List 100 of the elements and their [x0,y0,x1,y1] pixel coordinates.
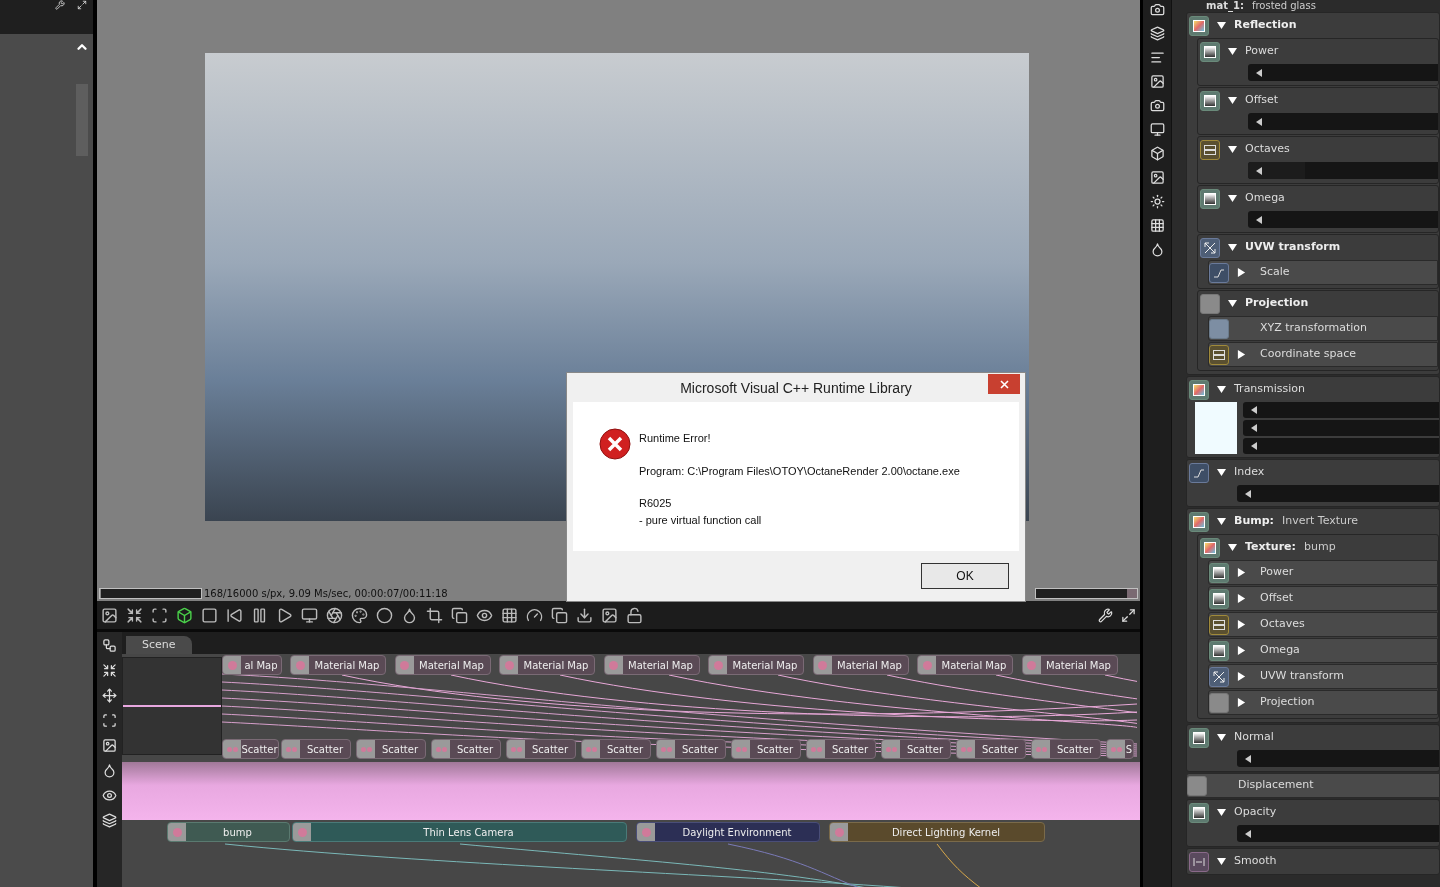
param-row[interactable]: XYZ transformation [1208,316,1438,341]
slider-track[interactable] [1243,438,1439,454]
caret-icon[interactable] [1228,145,1237,154]
caret-icon[interactable] [1228,299,1237,308]
unlock-icon[interactable] [626,606,643,624]
graph-node[interactable]: Material Map [499,655,595,675]
color-swatch[interactable] [1195,402,1237,454]
fit-icon[interactable] [102,713,117,728]
import-icon[interactable] [576,606,593,624]
layers-icon[interactable] [102,813,117,828]
integer-icon[interactable] [1209,344,1229,365]
integer-icon[interactable] [1209,614,1229,635]
gradient-icon[interactable] [1200,188,1220,209]
caret-icon[interactable] [1237,268,1246,277]
settings-icon[interactable] [1098,607,1113,623]
restart-icon[interactable] [226,606,243,624]
graph-node[interactable]: Material Map [290,655,386,675]
gradient-icon[interactable] [1200,41,1220,62]
graph-node[interactable]: Scatter [281,739,351,759]
graph-node[interactable]: Scatter [506,739,576,759]
caret-icon[interactable] [1217,808,1226,817]
gradient-icon[interactable] [1200,90,1220,111]
param-row[interactable]: Omega [1208,638,1438,663]
caret-icon[interactable] [1228,543,1237,552]
slider-track[interactable] [1248,113,1438,130]
wrench-icon[interactable] [55,0,65,10]
left-arrow-icon[interactable] [1256,117,1262,126]
left-arrow-icon[interactable] [1256,68,1262,77]
caret-icon[interactable] [1237,350,1246,359]
left-arrow-icon[interactable] [1256,215,1262,224]
empty-slot-icon[interactable] [1187,775,1207,796]
param-row[interactable]: UVW transform [1208,664,1438,689]
color-icon[interactable] [351,606,368,624]
caret-icon[interactable] [1217,468,1226,477]
graph-node[interactable]: Material Map [394,655,491,675]
monitor-icon[interactable] [1149,122,1165,137]
left-arrow-icon[interactable] [1245,489,1251,498]
graph-node[interactable]: Scatter [956,739,1026,759]
stop-icon[interactable] [201,606,218,624]
slider-track[interactable] [1243,420,1439,436]
gradient-icon[interactable] [1209,640,1229,661]
graph-node[interactable]: Scatter [731,739,801,759]
graph-node[interactable]: Material Map [812,655,909,675]
graph-node[interactable]: al Map [222,655,282,675]
texture-icon[interactable] [1189,511,1209,532]
graph-node[interactable]: Material Map [917,655,1013,675]
caret-icon[interactable] [1237,698,1246,707]
node-swatch-icon[interactable] [1209,318,1229,339]
caret-icon[interactable] [1237,620,1246,629]
caret-icon[interactable] [1217,517,1226,526]
caret-icon[interactable] [1237,594,1246,603]
focus-icon[interactable] [326,606,343,624]
caret-icon[interactable] [1217,385,1226,394]
expand-icon[interactable] [77,0,87,10]
integer-icon[interactable] [1200,139,1220,160]
caret-icon[interactable] [1217,733,1226,742]
copy-icon[interactable] [551,606,568,624]
light-icon[interactable] [1149,194,1165,209]
graph-node[interactable]: S [1106,739,1134,759]
graph-node[interactable]: Scatter [356,739,426,759]
param-row[interactable]: Scale [1208,260,1438,285]
left-arrow-icon[interactable] [1245,829,1251,838]
play-icon[interactable] [276,606,293,624]
graph-node[interactable]: Scatter [431,739,501,759]
close-button[interactable] [988,374,1020,394]
slider-track[interactable] [1243,402,1439,418]
fit-icon[interactable] [151,606,168,624]
graph-node[interactable]: Scatter [806,739,876,759]
caret-icon[interactable] [1237,672,1246,681]
param-row[interactable]: Projection [1208,690,1438,715]
graph-node[interactable]: bump [167,822,290,842]
checker-icon[interactable] [501,606,518,624]
ok-button[interactable]: OK [921,563,1009,589]
graph-node[interactable]: Scatter [581,739,651,759]
slider-track[interactable] [1248,211,1438,228]
caret-icon[interactable] [1237,646,1246,655]
graph-node[interactable]: Material Map [603,655,700,675]
cube-icon[interactable] [176,606,193,624]
slider-track[interactable] [1237,485,1439,502]
caret-icon[interactable] [1228,243,1237,252]
texture-icon[interactable] [1189,15,1209,36]
param-row[interactable]: Offset [1208,586,1438,611]
slider-track[interactable] [1248,162,1438,179]
pause-icon[interactable] [251,606,268,624]
connect-icon[interactable] [102,638,117,653]
reset-icon[interactable] [126,606,143,624]
scene-tab[interactable]: Scene [126,636,192,654]
layout-icon[interactable] [102,688,117,703]
layers-icon[interactable] [1149,26,1165,41]
left-arrow-icon[interactable] [1251,424,1257,432]
toggle-icon[interactable] [1189,851,1209,872]
empty-slot-icon[interactable] [1209,692,1229,713]
param-row[interactable]: Displacement [1186,773,1440,798]
left-arrow-icon[interactable] [1256,166,1262,175]
caret-icon[interactable] [1237,568,1246,577]
graph-node[interactable]: Direct Lighting Kernel [829,822,1045,842]
crop-icon[interactable] [426,606,443,624]
caret-icon[interactable] [1228,194,1237,203]
caret-icon[interactable] [1228,96,1237,105]
gradient-icon[interactable] [1189,802,1209,823]
